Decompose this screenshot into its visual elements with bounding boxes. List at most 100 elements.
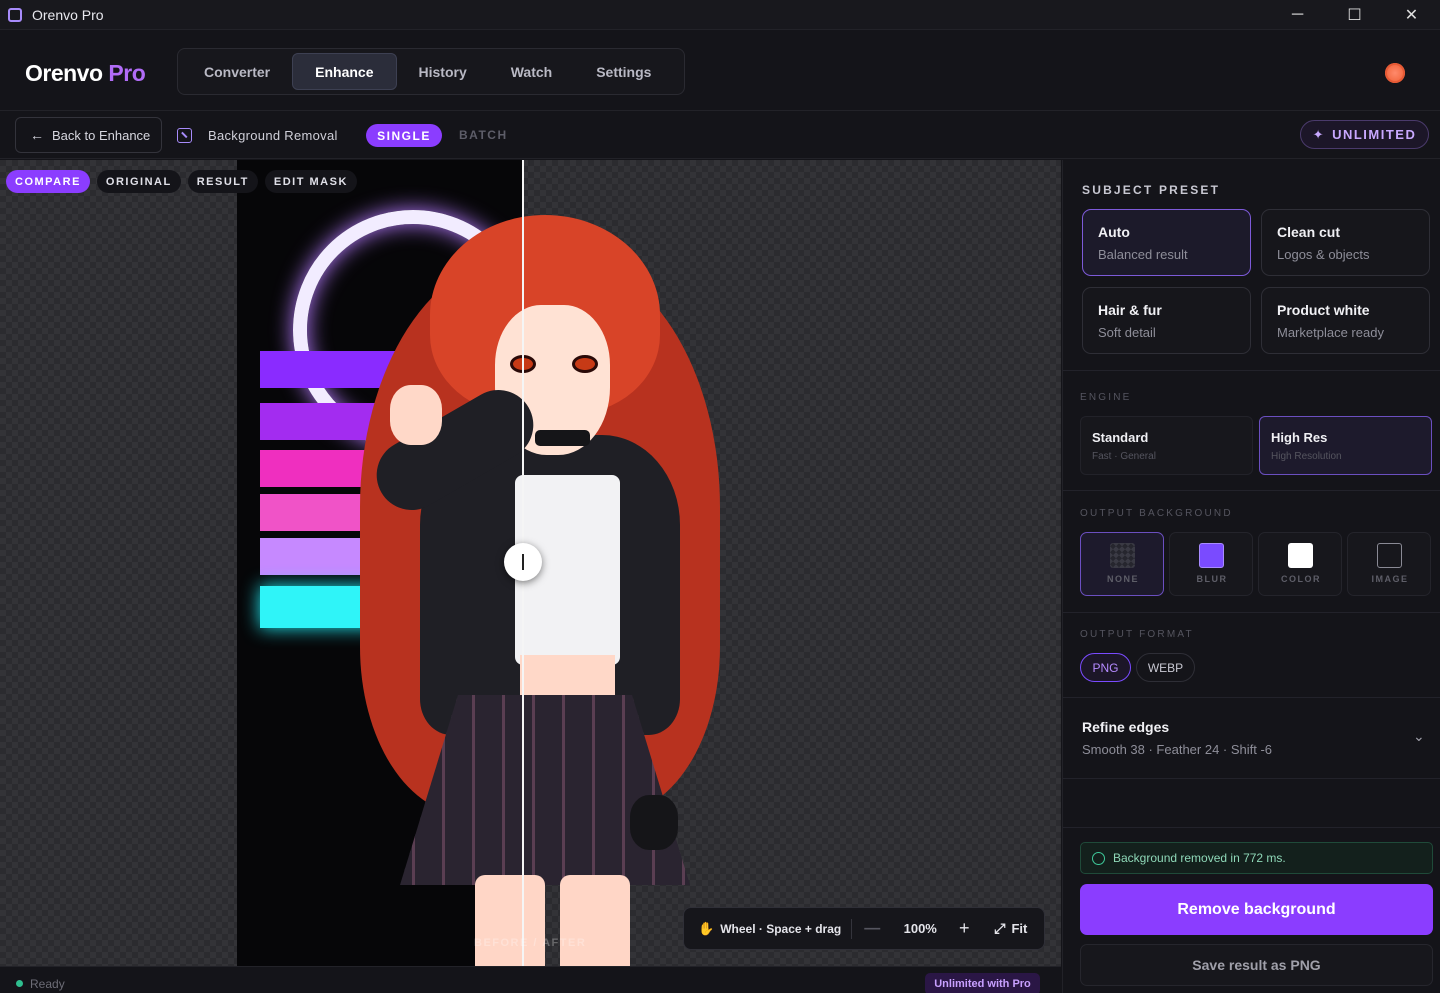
preset-title: Clean cut <box>1277 224 1341 240</box>
close-button[interactable]: ✕ <box>1383 0 1440 30</box>
success-message-text: Background removed in 772 ms. <box>1113 851 1286 865</box>
preset-auto[interactable]: Auto Balanced result <box>1082 209 1251 276</box>
bg-option-image[interactable]: IMAGE <box>1347 532 1431 596</box>
engine-standard[interactable]: Standard Fast · General <box>1080 416 1253 475</box>
engine-title: Standard <box>1092 430 1149 445</box>
refine-edges-summary: Smooth 38 · Feather 24 · Shift -6 <box>1082 742 1273 757</box>
plan-badge[interactable]: ✦ UNLIMITED <box>1300 120 1429 149</box>
leg-shape <box>560 875 630 966</box>
hand-shape <box>390 385 442 445</box>
view-result-tab[interactable]: RESULT <box>187 170 258 193</box>
mode-single-toggle[interactable]: SINGLE <box>366 124 442 147</box>
brand-accent: Pro <box>108 60 146 86</box>
app-logo-icon <box>8 7 22 22</box>
tab-history[interactable]: History <box>397 53 489 90</box>
view-original-tab[interactable]: ORIGINAL <box>96 170 181 193</box>
preset-product-white[interactable]: Product white Marketplace ready <box>1261 287 1430 354</box>
tab-converter[interactable]: Converter <box>182 53 292 90</box>
preset-title: Auto <box>1098 224 1130 240</box>
bg-option-blur[interactable]: BLUR <box>1169 532 1253 596</box>
image-icon <box>1377 543 1402 568</box>
view-edit-mask-tab[interactable]: EDIT MASK <box>264 170 357 193</box>
bg-option-label: IMAGE <box>1371 574 1409 584</box>
leg-shape <box>475 875 545 966</box>
tab-watch[interactable]: Watch <box>489 53 574 90</box>
back-button-label: Back to Enhance <box>52 127 151 143</box>
engine-high-res[interactable]: High Res High Resolution <box>1259 416 1432 475</box>
bg-option-label: COLOR <box>1281 574 1321 584</box>
section-divider <box>1063 697 1440 698</box>
view-mode-tabs: COMPARE ORIGINAL RESULT EDIT MASK <box>6 170 364 193</box>
preset-clean-cut[interactable]: Clean cut Logos & objects <box>1261 209 1430 276</box>
preset-title: Hair & fur <box>1098 302 1162 318</box>
maximize-button[interactable]: ☐ <box>1326 0 1383 30</box>
format-webp-button[interactable]: WEBP <box>1136 653 1195 682</box>
bg-option-none[interactable]: NONE <box>1080 532 1164 596</box>
minimize-button[interactable]: ─ <box>1269 0 1326 30</box>
format-png-button[interactable]: PNG <box>1080 653 1131 682</box>
view-compare-tab[interactable]: COMPARE <box>6 170 90 193</box>
save-result-button[interactable]: Save result as PNG <box>1080 944 1433 986</box>
engine-subtitle: High Resolution <box>1271 451 1342 462</box>
brand-logo: Orenvo Pro <box>25 60 146 87</box>
plan-badge-label: UNLIMITED <box>1332 127 1417 142</box>
preset-title: Product white <box>1277 302 1370 318</box>
window-controls: ─ ☐ ✕ <box>1269 0 1440 30</box>
engine-subtitle: Fast · General <box>1092 451 1156 462</box>
subject-preset-heading: SUBJECT PRESET <box>1082 183 1221 197</box>
expand-icon[interactable]: ⤢ <box>994 920 1005 937</box>
transparent-grid-icon <box>1110 543 1135 568</box>
divider <box>851 918 853 939</box>
remove-background-button[interactable]: Remove background <box>1080 884 1433 935</box>
preset-subtitle: Marketplace ready <box>1277 325 1384 340</box>
zoom-level: 100% <box>903 921 937 936</box>
background-removal-icon <box>177 128 192 143</box>
check-circle-icon <box>1092 851 1105 865</box>
color-swatch-icon <box>1288 543 1313 568</box>
pan-hint: Wheel · Space + drag <box>720 921 842 936</box>
chevron-down-icon[interactable]: ⌄ <box>1413 728 1425 745</box>
compare-slider-handle[interactable] <box>504 543 542 581</box>
success-message: Background removed in 772 ms. <box>1080 842 1433 874</box>
tool-toolbar: ← Back to Enhance Background Removal SIN… <box>0 112 1440 159</box>
window-title: Orenvo Pro <box>32 6 104 23</box>
eye-shape <box>572 355 598 373</box>
zoom-in-button[interactable]: + <box>954 918 974 939</box>
status-text: Ready <box>30 977 65 991</box>
app-header: Orenvo Pro Converter Enhance History Wat… <box>0 31 1440 111</box>
grip-icon <box>522 554 524 570</box>
status-bar: Ready Unlimited with Pro <box>0 966 1061 993</box>
bg-option-label: NONE <box>1106 574 1139 584</box>
output-format-heading: OUTPUT FORMAT <box>1080 629 1194 640</box>
bg-option-color[interactable]: COLOR <box>1258 532 1342 596</box>
upgrade-pro-badge[interactable]: Unlimited with Pro <box>925 973 1040 993</box>
user-avatar-icon[interactable] <box>1385 63 1405 83</box>
settings-panel: SUBJECT PRESET Auto Balanced result Clea… <box>1062 160 1440 993</box>
section-divider <box>1063 370 1440 371</box>
section-divider <box>1063 490 1440 491</box>
mode-batch-toggle[interactable]: BATCH <box>459 128 508 142</box>
title-bar: Orenvo Pro ─ ☐ ✕ <box>0 0 1440 30</box>
sparkle-icon: ✦ <box>1312 126 1326 142</box>
section-divider <box>1063 612 1440 613</box>
preset-hair-fur[interactable]: Hair & fur Soft detail <box>1082 287 1251 354</box>
back-to-enhance-button[interactable]: ← Back to Enhance <box>15 117 162 153</box>
fit-button[interactable]: Fit <box>1011 921 1027 936</box>
before-after-label: BEFORE / AFTER <box>474 937 587 949</box>
engine-heading: ENGINE <box>1080 392 1132 403</box>
arrow-left-icon: ← <box>30 127 44 143</box>
preset-subtitle: Soft detail <box>1098 325 1156 340</box>
tab-settings[interactable]: Settings <box>574 53 673 90</box>
subject-illustration <box>310 215 760 966</box>
status-indicator-icon <box>16 980 23 987</box>
glove-shape <box>630 795 678 850</box>
bg-option-label: BLUR <box>1196 574 1228 584</box>
hand-pan-icon: ✋ <box>698 920 715 936</box>
section-divider <box>1063 778 1440 779</box>
refine-edges-title[interactable]: Refine edges <box>1082 719 1169 735</box>
zoom-controls: ✋ Wheel · Space + drag — 100% + ⤢ Fit <box>683 907 1045 950</box>
preset-subtitle: Logos & objects <box>1277 247 1370 262</box>
zoom-out-button[interactable]: — <box>862 920 882 938</box>
tab-enhance[interactable]: Enhance <box>292 53 397 90</box>
image-canvas[interactable]: BEFORE / AFTER COMPARE ORIGINAL RESULT E… <box>0 160 1061 966</box>
